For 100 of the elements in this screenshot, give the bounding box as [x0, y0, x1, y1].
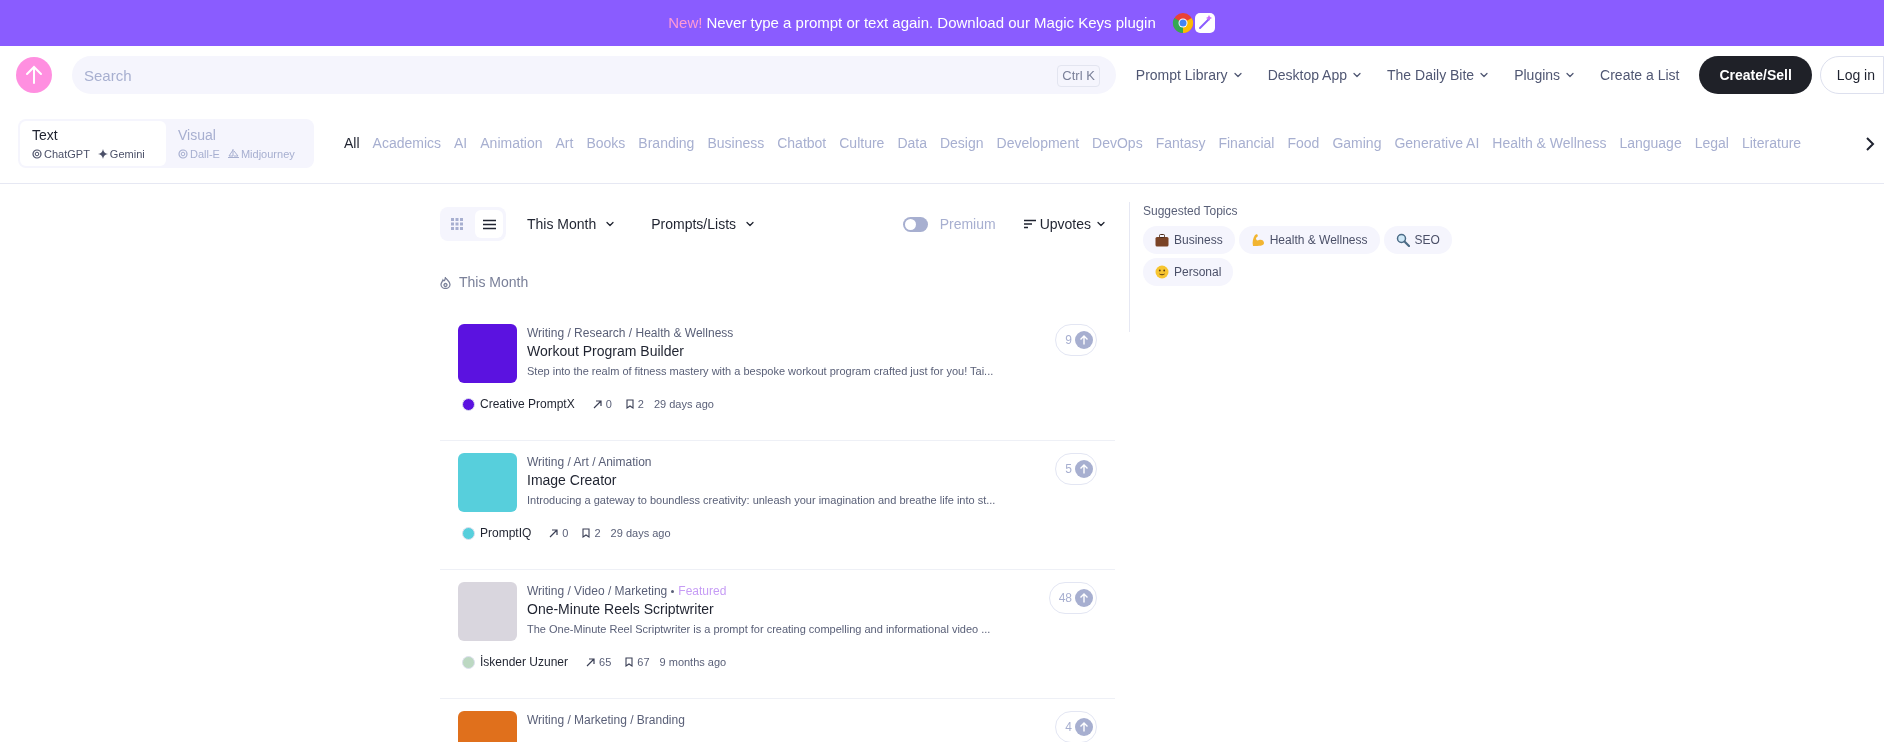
author-link[interactable]: İskender Uzuner: [480, 653, 569, 671]
sailboat-icon: [227, 149, 239, 159]
topic-chip[interactable]: Personal: [1143, 258, 1234, 286]
banner-link[interactable]: Never type a prompt or text again. Download our Magic Keys plugin: [706, 11, 1156, 35]
category-link[interactable]: Development: [996, 133, 1080, 154]
category-link[interactable]: Animation: [480, 133, 543, 154]
author-link[interactable]: Creative PromptX: [480, 395, 575, 413]
sparkle-icon: [97, 149, 108, 159]
category-link[interactable]: Books: [586, 133, 626, 154]
sort-dropdown[interactable]: Upvotes: [1023, 213, 1107, 235]
arrow-up-right-icon: [592, 399, 602, 409]
mode-label: Visual: [178, 125, 217, 145]
category-link[interactable]: Data: [897, 133, 927, 154]
nav-link[interactable]: Desktop App: [1267, 64, 1363, 86]
topic-chip[interactable]: SEO: [1383, 226, 1452, 254]
arrow-up-icon: [1075, 460, 1093, 478]
premium-label: Premium: [939, 214, 996, 234]
arrow-up-right-icon: [586, 657, 596, 667]
category-link[interactable]: Generative AI: [1394, 133, 1480, 154]
arrow-up-icon: [1075, 589, 1093, 607]
knot-icon: [178, 149, 188, 159]
prompt-title: Workout Program Builder: [527, 342, 685, 360]
category-link[interactable]: Academics: [372, 133, 442, 154]
filter-dropdown[interactable]: Prompts/Lists: [651, 213, 757, 235]
category-link[interactable]: Fantasy: [1155, 133, 1206, 154]
arrow-up-right-icon: [549, 528, 559, 538]
share-count: 0: [605, 396, 612, 412]
grid-icon: [451, 218, 463, 230]
topic-chip[interactable]: Business: [1143, 226, 1235, 254]
bookmark-icon: [625, 657, 634, 667]
prompt-card[interactable]: Writing / Art / Animation Image Creator Introducing a gateway to boundless creativity: unleash your imagination and breathe life into st... 5 PromptIQ 0 2 29 days ago: [440, 441, 1115, 570]
logo-icon[interactable]: [16, 57, 52, 93]
category-link[interactable]: Legal: [1694, 133, 1729, 154]
magic-wand-icon: [1193, 12, 1216, 34]
category-path: Writing / Video / Marketing: [527, 583, 668, 600]
topic-chip[interactable]: Health & Wellness: [1238, 226, 1380, 254]
nav-link[interactable]: Plugins: [1514, 64, 1577, 86]
category-link[interactable]: Health & Wellness: [1492, 133, 1607, 154]
prompt-description: Introducing a gateway to boundless creativity: unleash your imagination and breathe life into st...: [527, 493, 997, 508]
briefcase-icon: [1155, 233, 1169, 247]
prompt-description: The One-Minute Reel Scriptwriter is a prompt for creating compelling and informational video ...: [527, 622, 992, 637]
category-link[interactable]: Art: [555, 133, 574, 154]
save-count: 2: [637, 396, 644, 412]
model-label: ChatGPT: [44, 146, 90, 162]
author-avatar: [462, 655, 475, 669]
bookmark-icon: [625, 399, 634, 409]
thumbnail-placeholder: [458, 453, 517, 512]
category-link[interactable]: Literature: [1741, 133, 1802, 154]
share-count: 0: [562, 525, 569, 541]
category-link[interactable]: Language: [1619, 133, 1682, 154]
create-sell-button[interactable]: Create/Sell: [1699, 56, 1812, 94]
category-link[interactable]: Financial: [1218, 133, 1275, 154]
category-link[interactable]: Branding: [638, 133, 695, 154]
flexed-arm-icon: [1250, 233, 1265, 247]
mode-label: Text: [32, 125, 59, 145]
category-link[interactable]: Culture: [839, 133, 885, 154]
save-count: 2: [594, 525, 601, 541]
category-link[interactable]: Gaming: [1332, 133, 1382, 154]
category-link[interactable]: DevOps: [1092, 133, 1143, 154]
category-link[interactable]: AI: [454, 133, 468, 154]
save-count: 67: [637, 654, 650, 670]
new-label: New!: [668, 12, 703, 33]
author-avatar: [462, 397, 475, 411]
thumbnail-placeholder: [458, 582, 517, 641]
featured-label: Featured: [678, 583, 727, 600]
category-link[interactable]: Business: [707, 133, 765, 154]
sort-icon: [1023, 219, 1036, 229]
nav-link[interactable]: Prompt Library: [1135, 64, 1244, 86]
premium-toggle[interactable]: [902, 216, 928, 232]
mode-tab[interactable]: Visual Dall-E Midjourney: [166, 120, 312, 167]
search-icon: [1395, 233, 1410, 247]
filter-dropdown[interactable]: This Month: [527, 213, 617, 235]
arrow-up-icon: [1075, 331, 1093, 349]
thumbnail-placeholder: [458, 324, 517, 383]
author-avatar: [462, 526, 475, 540]
prompt-card[interactable]: Writing / Research / Health & Wellness Workout Program Builder Step into the realm of fitness mastery with a bespoke workout program crafted just for you! Tai... 9 Creative PromptX 0 2 29 days ago: [440, 312, 1115, 441]
mode-tab[interactable]: Text ChatGPT Gemini: [20, 120, 166, 167]
section-title: This Month: [459, 272, 529, 292]
flame-icon: [440, 275, 451, 289]
nav-link[interactable]: Create a List: [1600, 64, 1680, 86]
category-link[interactable]: Design: [939, 133, 984, 154]
post-age: 29 days ago: [610, 525, 671, 541]
smiley-icon: [1155, 265, 1169, 279]
author-link[interactable]: PromptIQ: [480, 524, 532, 542]
prompt-title: Image Creator: [527, 471, 618, 489]
chevron-right-icon[interactable]: [1864, 136, 1876, 151]
prompt-card[interactable]: Writing / Marketing / Branding 4: [440, 699, 1115, 742]
category-link[interactable]: All: [344, 133, 360, 154]
list-view-button[interactable]: [475, 210, 503, 238]
nav-link[interactable]: The Daily Bite: [1387, 64, 1491, 86]
suggested-topics-title: Suggested Topics: [1143, 203, 1239, 220]
category-link[interactable]: Chatbot: [777, 133, 827, 154]
category-link[interactable]: Food: [1287, 133, 1320, 154]
category-path: Writing / Research / Health & Wellness: [527, 325, 734, 342]
prompt-description: Step into the realm of fitness mastery with a bespoke workout program crafted just for you! Tai...: [527, 364, 995, 379]
arrow-up-icon: [1075, 718, 1093, 736]
model-label: Dall-E: [190, 146, 220, 162]
share-count: 65: [599, 654, 612, 670]
browser-logo-icon: [1171, 12, 1194, 34]
model-label: Midjourney: [240, 146, 295, 162]
